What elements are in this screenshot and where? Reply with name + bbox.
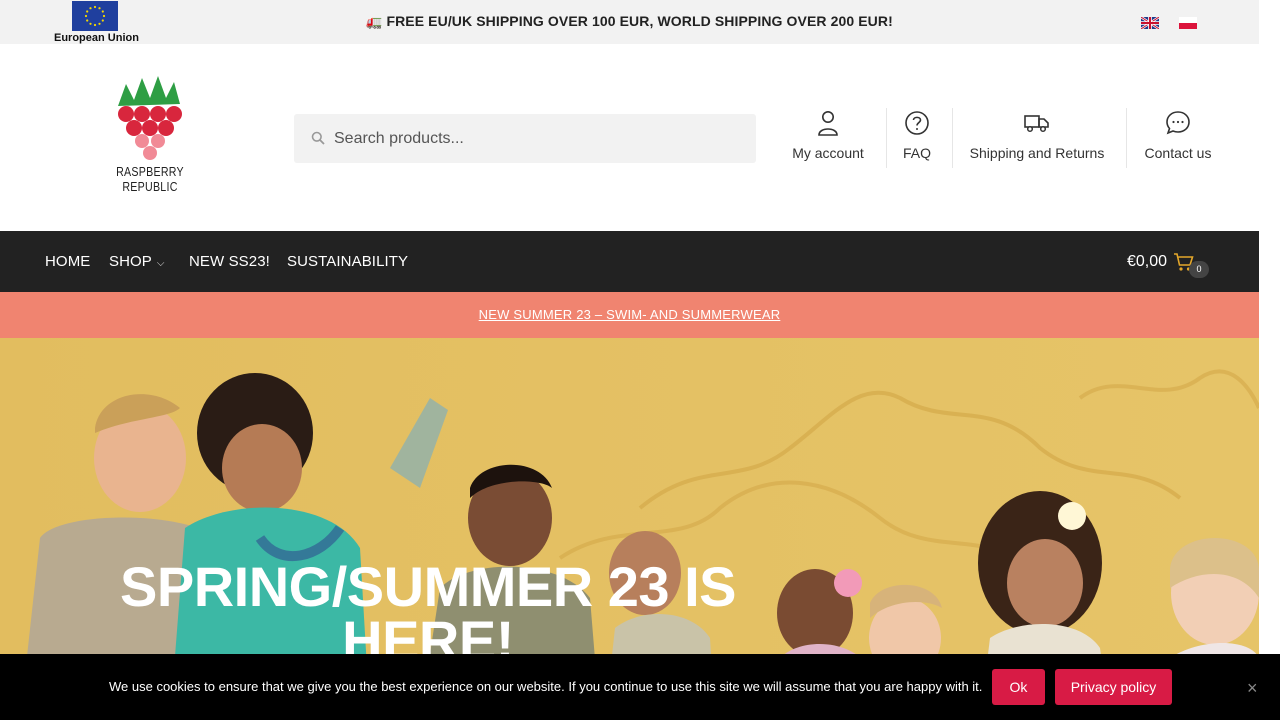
main-navigation: HOME SHOP ⌵ NEW SS23! SUSTAINABILITY €0,0… bbox=[0, 231, 1259, 292]
hero-title: SPRING/SUMMER 23 IS HERE! bbox=[120, 555, 736, 672]
header-divider bbox=[952, 108, 953, 168]
contact-us-link[interactable]: Contact us bbox=[1140, 108, 1216, 168]
question-icon bbox=[896, 108, 938, 138]
search-input[interactable] bbox=[334, 114, 744, 163]
cart-total: €0,00 bbox=[1127, 253, 1168, 270]
search-icon[interactable] bbox=[311, 131, 325, 145]
logo-line-2: REPUBLIC bbox=[122, 179, 178, 194]
pl-flag-icon[interactable] bbox=[1179, 16, 1197, 29]
shipping-promo: 🚛 FREE EU/UK SHIPPING OVER 100 EUR, WORLD… bbox=[0, 13, 1259, 30]
eu-label: European Union bbox=[54, 32, 139, 44]
cookie-text: We use cookies to ensure that we give yo… bbox=[109, 679, 983, 694]
nav-item-label: HOME bbox=[45, 253, 91, 270]
nav-item-label: SUSTAINABILITY bbox=[287, 253, 409, 270]
shipping-promo-text: FREE EU/UK SHIPPING OVER 100 EUR, WORLD … bbox=[386, 13, 893, 29]
header-divider bbox=[886, 108, 887, 168]
chevron-down-icon: ⌵ bbox=[156, 258, 165, 269]
cookie-ok-button[interactable]: Ok bbox=[992, 669, 1045, 705]
uk-flag-icon[interactable] bbox=[1140, 16, 1160, 30]
faq-link[interactable]: FAQ bbox=[896, 108, 938, 168]
faq-label: FAQ bbox=[902, 145, 931, 161]
truck-icon: 🚛 bbox=[366, 14, 383, 29]
search-box bbox=[294, 114, 756, 163]
my-account-link[interactable]: My account bbox=[786, 108, 870, 168]
close-icon[interactable]: × bbox=[1247, 678, 1258, 699]
nav-item-sustainability[interactable]: SUSTAINABILITY bbox=[287, 253, 408, 270]
my-account-label: My account bbox=[792, 145, 864, 161]
shipping-returns-link[interactable]: Shipping and Returns bbox=[966, 108, 1108, 168]
nav-item-new-ss23[interactable]: NEW SS23! bbox=[189, 253, 270, 270]
logo-text: RASPBERRY REPUBLIC bbox=[116, 164, 185, 194]
shipping-returns-label: Shipping and Returns bbox=[969, 145, 1105, 161]
contact-us-label: Contact us bbox=[1144, 145, 1212, 161]
announcement-link[interactable]: NEW SUMMER 23 – SWIM- AND SUMMERWEAR bbox=[479, 307, 781, 322]
cookie-banner: We use cookies to ensure that we give yo… bbox=[0, 654, 1280, 720]
site-header: RASPBERRY REPUBLIC My account FAQ Shippi… bbox=[0, 44, 1259, 231]
chat-icon bbox=[1140, 108, 1216, 138]
cart-count-badge: 0 bbox=[1189, 261, 1209, 278]
site-logo[interactable]: RASPBERRY REPUBLIC bbox=[108, 74, 192, 200]
top-bar: European Union 🚛 FREE EU/UK SHIPPING OVER… bbox=[0, 0, 1259, 44]
nav-item-home[interactable]: HOME bbox=[45, 253, 90, 270]
header-divider bbox=[1126, 108, 1127, 168]
raspberry-logo-icon bbox=[118, 76, 182, 160]
announcement-bar: NEW SUMMER 23 – SWIM- AND SUMMERWEAR bbox=[0, 292, 1259, 338]
privacy-policy-button[interactable]: Privacy policy bbox=[1055, 669, 1172, 705]
truck-icon bbox=[966, 108, 1108, 138]
logo-line-1: RASPBERRY bbox=[116, 164, 184, 179]
scrollbar[interactable] bbox=[1259, 0, 1280, 720]
nav-item-label: SHOP bbox=[109, 253, 152, 270]
nav-item-shop[interactable]: SHOP ⌵ bbox=[109, 253, 165, 270]
user-icon bbox=[786, 108, 870, 138]
nav-item-label: NEW SS23! bbox=[189, 253, 270, 270]
